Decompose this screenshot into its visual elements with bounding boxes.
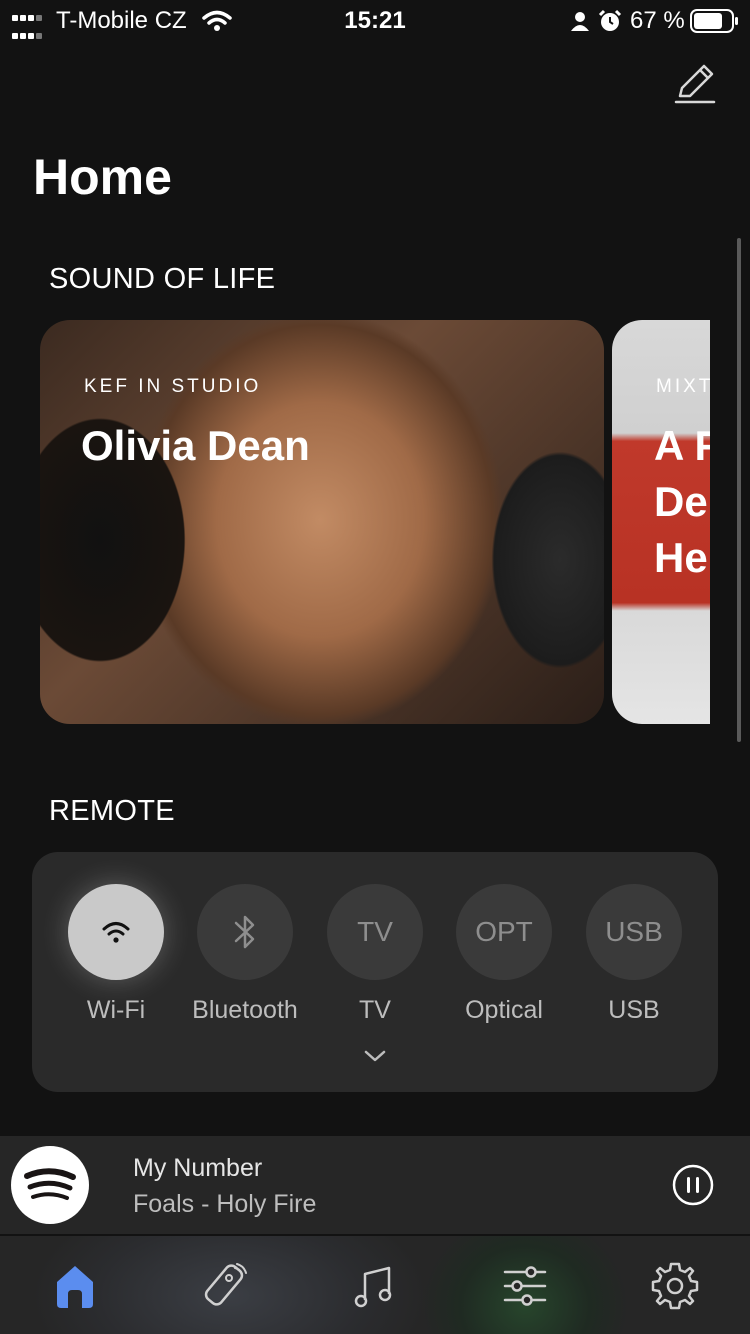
source-label: USB <box>608 996 660 1024</box>
remote-heading: REMOTE <box>49 795 175 827</box>
wifi-icon <box>68 884 164 980</box>
page-title: Home <box>33 149 172 205</box>
source-label: Wi-Fi <box>86 996 146 1024</box>
sound-of-life-card-mixtape[interactable]: MIXT A F De He <box>612 320 710 724</box>
now-playing-bar[interactable] <box>0 1136 750 1234</box>
chevron-down-icon[interactable] <box>363 1046 387 1066</box>
source-usb-button[interactable]: USB USB <box>569 884 699 1025</box>
card-headline: A F De He <box>654 422 710 581</box>
pause-button[interactable] <box>672 1164 714 1206</box>
sound-of-life-heading: SOUND OF LIFE <box>49 263 276 295</box>
battery-percent: 67 % <box>630 7 685 34</box>
optical-icon: OPT <box>456 884 552 980</box>
source-label: Optical <box>465 996 543 1024</box>
tab-equalizer[interactable] <box>497 1258 553 1314</box>
card-eyebrow: KEF IN STUDIO <box>84 376 262 397</box>
source-optical-button[interactable]: OPT Optical <box>439 884 569 1025</box>
sound-of-life-card-olivia-dean[interactable]: KEF IN STUDIO Olivia Dean <box>40 320 604 724</box>
spotify-icon <box>11 1146 89 1224</box>
source-wifi-button[interactable]: Wi-Fi <box>51 884 181 1025</box>
status-bar: T-Mobile CZ 15:21 67 % <box>0 0 750 42</box>
alarm-icon <box>598 9 622 31</box>
tab-home[interactable] <box>47 1258 103 1314</box>
person-icon <box>571 12 589 31</box>
tv-icon: TV <box>327 884 423 980</box>
source-bluetooth-button[interactable]: Bluetooth <box>180 884 310 1025</box>
card-headline: Olivia Dean <box>81 422 310 469</box>
usb-icon: USB <box>586 884 682 980</box>
source-tv-button[interactable]: TV TV <box>310 884 440 1025</box>
tab-music[interactable] <box>347 1258 403 1314</box>
edit-pencil-icon[interactable] <box>672 60 718 106</box>
source-label: Bluetooth <box>192 996 298 1024</box>
now-playing-artist-album: Foals - Holy Fire <box>133 1190 317 1218</box>
tab-remote[interactable] <box>197 1258 253 1314</box>
bluetooth-icon <box>197 884 293 980</box>
tab-settings[interactable] <box>647 1258 703 1314</box>
scroll-indicator <box>737 238 741 742</box>
source-label: TV <box>359 996 391 1024</box>
battery-icon <box>690 9 738 33</box>
card-eyebrow: MIXT <box>656 376 710 397</box>
now-playing-track: My Number <box>133 1154 263 1182</box>
